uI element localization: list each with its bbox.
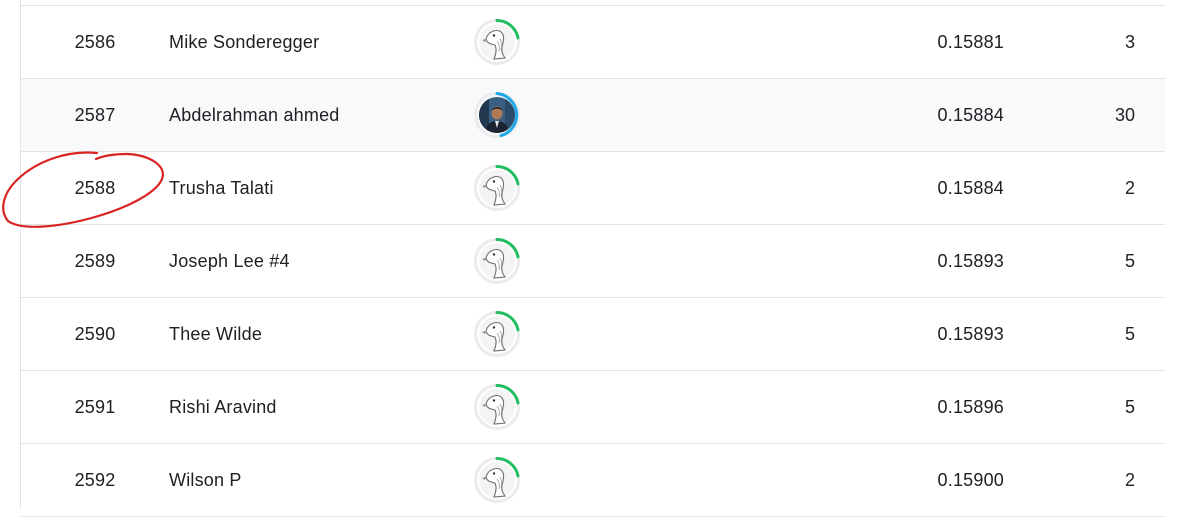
rank-cell: 2589 [74, 250, 116, 271]
table-row[interactable]: 2587 Abdelrahman ahmed 0.15884 30 [21, 79, 1165, 152]
table-row[interactable]: 2586 Mike Sonderegger 0.15881 3 [21, 6, 1165, 79]
leaderboard-table: 2586 Mike Sonderegger 0.15881 3 2587 Abd… [21, 0, 1165, 517]
table-row[interactable]: 2591 Rishi Aravind 0.15896 5 [21, 371, 1165, 444]
rank-cell: 2587 [74, 104, 116, 125]
goose-avatar-icon[interactable] [472, 163, 522, 213]
rank-cell: 2586 [74, 31, 116, 52]
score-cell: 0.15893 [937, 250, 1004, 271]
team-name-link[interactable]: Trusha Talati [169, 178, 274, 199]
user-photo-avatar[interactable] [472, 90, 522, 140]
table-row[interactable]: 2592 Wilson P 0.15900 2 [21, 444, 1165, 517]
score-cell: 0.15896 [937, 396, 1004, 417]
score-cell: 0.15881 [937, 31, 1004, 52]
table-row[interactable]: 2590 Thee Wilde 0.15893 5 [21, 298, 1165, 371]
score-cell: 0.15884 [937, 177, 1004, 198]
entries-cell: 30 [1114, 104, 1135, 125]
rank-cell: 2592 [74, 469, 116, 490]
rank-cell: 2588 [74, 177, 116, 198]
entries-cell: 2 [1124, 469, 1135, 490]
entries-cell: 5 [1124, 396, 1135, 417]
team-name-link[interactable]: Rishi Aravind [169, 397, 277, 418]
team-name-link[interactable]: Thee Wilde [169, 324, 262, 345]
goose-avatar-icon[interactable] [472, 382, 522, 432]
entries-cell: 5 [1124, 250, 1135, 271]
rank-cell: 2591 [74, 396, 116, 417]
table-row[interactable]: 2589 Joseph Lee #4 0.15893 5 [21, 225, 1165, 298]
table-row[interactable]: 2588 Trusha Talati 0.15884 2 [21, 152, 1165, 225]
team-name-link[interactable]: Abdelrahman ahmed [169, 105, 340, 126]
entries-cell: 3 [1124, 31, 1135, 52]
rank-cell: 2590 [74, 323, 116, 344]
entries-cell: 2 [1124, 177, 1135, 198]
team-name-link[interactable]: Mike Sonderegger [169, 32, 319, 53]
entries-cell: 5 [1124, 323, 1135, 344]
team-name-link[interactable]: Joseph Lee #4 [169, 251, 290, 272]
goose-avatar-icon[interactable] [472, 309, 522, 359]
goose-avatar-icon[interactable] [472, 236, 522, 286]
score-cell: 0.15884 [937, 104, 1004, 125]
goose-avatar-icon[interactable] [472, 17, 522, 67]
score-cell: 0.15893 [937, 323, 1004, 344]
score-cell: 0.15900 [937, 469, 1004, 490]
goose-avatar-icon[interactable] [472, 455, 522, 505]
team-name-link[interactable]: Wilson P [169, 470, 242, 491]
